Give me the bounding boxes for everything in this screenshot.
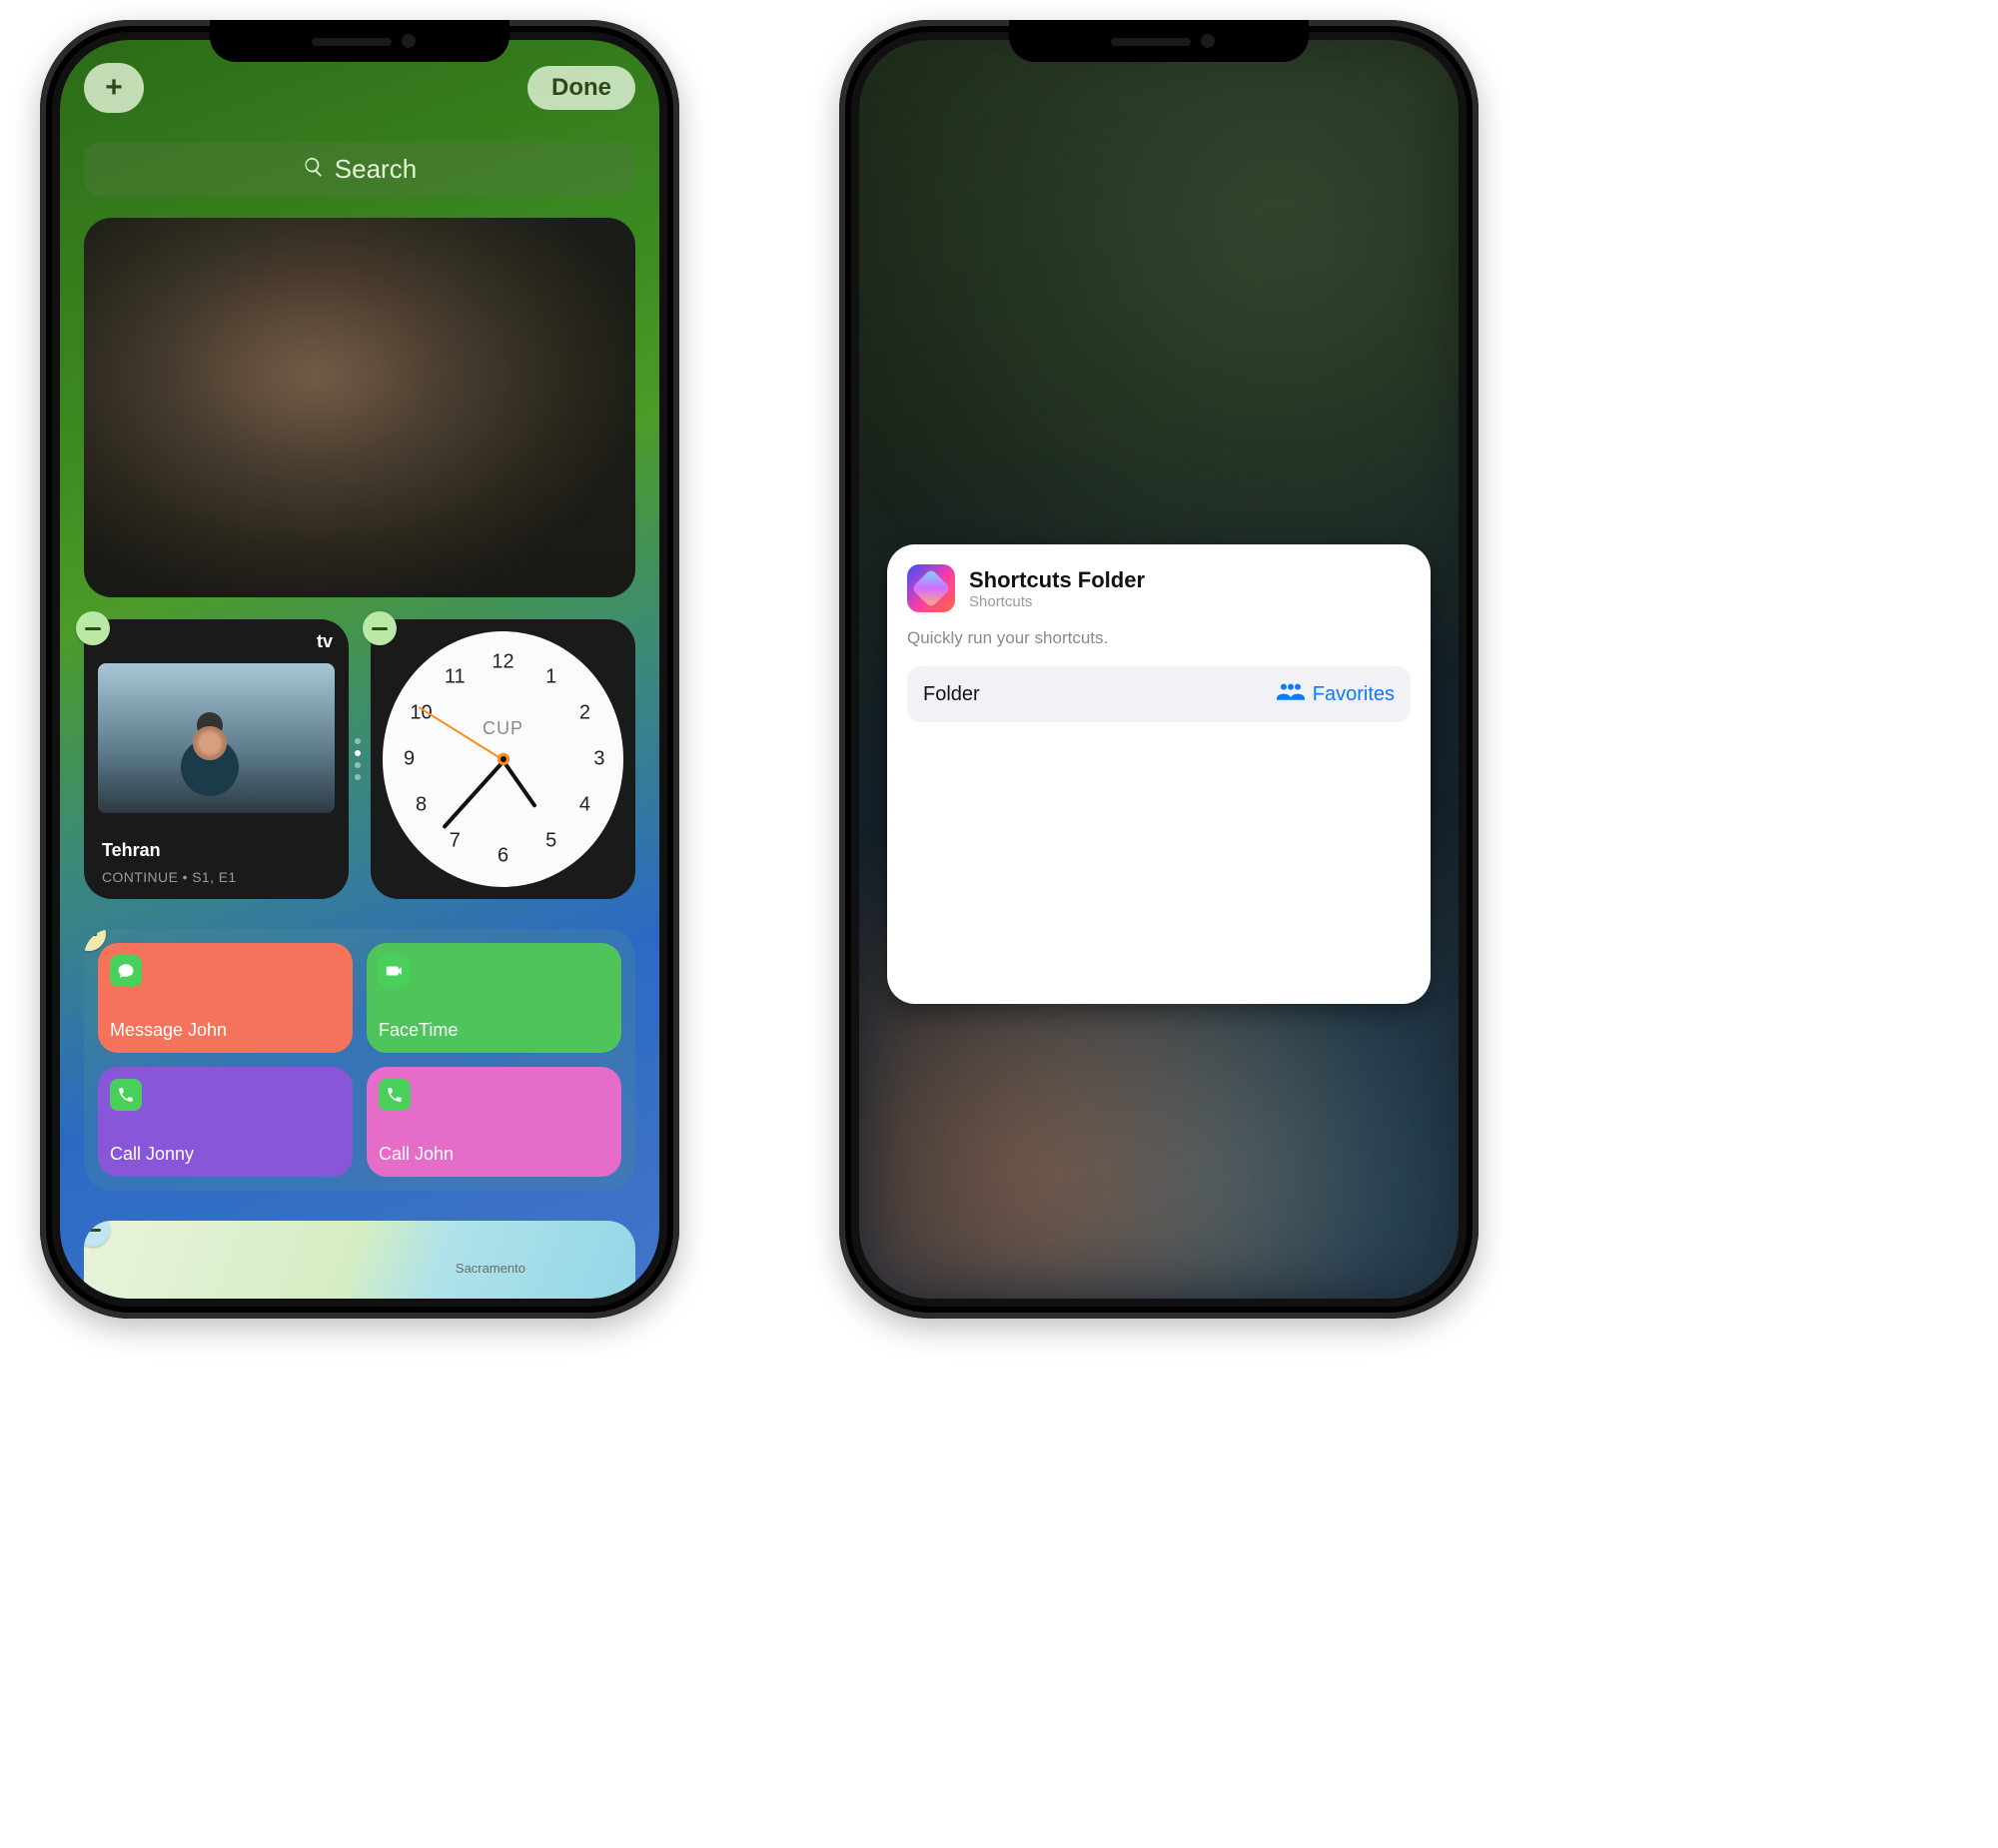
phone-icon (379, 1079, 411, 1111)
maps-widget[interactable]: Sacramento Stockton San Francisco Modest… (84, 1221, 635, 1299)
map-city-label: Sacramento (456, 1261, 525, 1276)
stack-page-dots (355, 738, 361, 780)
config-row-folder[interactable]: Folder Favorites (907, 666, 1411, 722)
shortcut-label: Message John (110, 1020, 341, 1041)
add-widget-button[interactable]: + (84, 63, 144, 113)
edit-topbar: + Done (84, 58, 635, 118)
shortcut-label: Call John (379, 1144, 609, 1165)
widget-config-sheet[interactable]: Shortcuts Folder Shortcuts Quickly run y… (887, 544, 1431, 1004)
notch (1009, 20, 1309, 62)
remove-widget-button[interactable] (76, 611, 110, 645)
hour-hand (501, 760, 536, 808)
remove-widget-button[interactable] (84, 1221, 110, 1247)
shortcut-tile[interactable]: Call Jonny (98, 1067, 353, 1177)
config-value: Favorites (1313, 683, 1395, 706)
clock-city-label: CUP (483, 718, 523, 739)
magnifier-icon (303, 154, 325, 185)
phone-icon (110, 1079, 142, 1111)
shortcut-tile[interactable]: Call John (367, 1067, 621, 1177)
shortcut-label: FaceTime (379, 1020, 609, 1041)
notch (210, 20, 509, 62)
shortcuts-widget[interactable]: Message John FaceTime Call Jonny Ca (84, 929, 635, 1191)
tv-thumbnail (98, 663, 335, 813)
people-icon (1277, 681, 1305, 707)
config-key: Folder (923, 683, 980, 706)
done-button[interactable]: Done (527, 66, 635, 110)
shortcut-label: Call Jonny (110, 1144, 341, 1165)
messages-icon (110, 955, 142, 987)
photo-content (84, 218, 635, 597)
shortcut-tile[interactable]: FaceTime (367, 943, 621, 1053)
search-placeholder: Search (335, 154, 417, 185)
search-field[interactable]: Search (84, 142, 635, 196)
shortcut-tile[interactable]: Message John (98, 943, 353, 1053)
remove-widget-button[interactable] (363, 611, 397, 645)
clock-widget[interactable]: CUP 12 1 2 3 4 5 6 7 8 9 (371, 619, 635, 899)
photos-widget[interactable] (84, 218, 635, 597)
sheet-app-name: Shortcuts (969, 593, 1145, 610)
tv-subtitle: CONTINUE • S1, E1 (102, 869, 237, 885)
sheet-description: Quickly run your shortcuts. (907, 628, 1411, 648)
tv-widget-stack[interactable]: tv Tehran CONTINUE • S1, E1 (84, 619, 349, 899)
appletv-logo: tv (317, 631, 333, 652)
tv-title: Tehran (102, 840, 161, 861)
facetime-icon (379, 955, 411, 987)
sheet-title: Shortcuts Folder (969, 567, 1145, 593)
shortcuts-app-icon (907, 564, 955, 612)
phone-left: + Done Search (40, 20, 679, 1319)
minute-hand (442, 760, 504, 830)
phone-right: Shortcuts Folder Shortcuts Quickly run y… (839, 20, 1479, 1319)
